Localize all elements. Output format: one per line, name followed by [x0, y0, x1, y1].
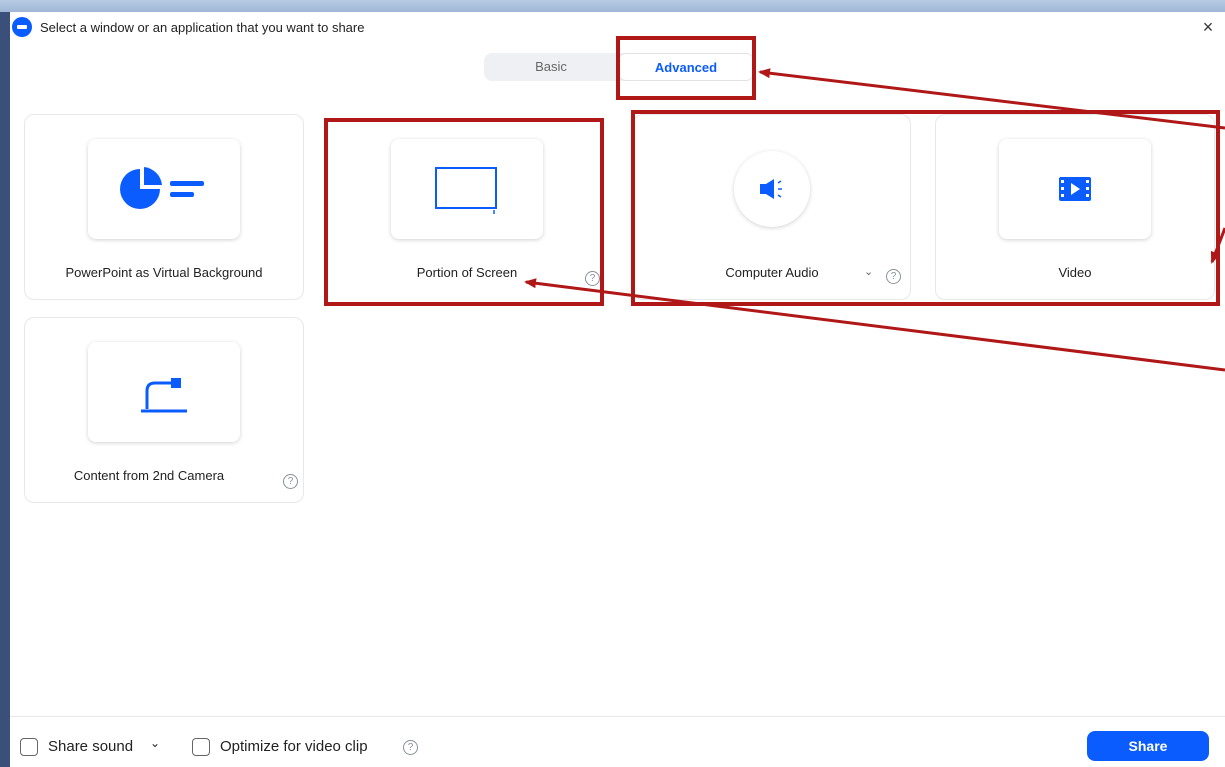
share-button[interactable]: Share — [1087, 731, 1209, 761]
option-label: Content from 2nd Camera — [73, 468, 225, 483]
tab-basic[interactable]: Basic — [484, 53, 618, 81]
camera-thumbnail — [88, 342, 240, 442]
option-second-camera[interactable]: Content from 2nd Camera ? — [24, 317, 304, 503]
help-icon[interactable]: ? — [283, 474, 298, 489]
desktop-background-strip — [0, 0, 1225, 12]
powerpoint-thumbnail — [88, 139, 240, 239]
share-sound-checkbox[interactable] — [20, 738, 38, 756]
window-title: Select a window or an application that y… — [40, 19, 365, 35]
optimize-video-checkbox[interactable] — [192, 738, 210, 756]
share-sound-label: Share sound — [48, 738, 134, 755]
zoom-logo-icon — [12, 17, 32, 37]
option-powerpoint-background[interactable]: PowerPoint as Virtual Background — [24, 114, 304, 300]
help-icon[interactable]: ? — [403, 740, 418, 755]
annotation-box-advanced-tab — [616, 36, 756, 100]
share-sound-chevron-down-icon[interactable]: ⌄ — [150, 736, 160, 750]
pie-chart-icon — [120, 167, 204, 209]
close-button[interactable]: × — [1197, 16, 1219, 38]
annotation-box-audio-video — [631, 110, 1220, 306]
document-camera-icon — [141, 378, 187, 413]
option-label: PowerPoint as Virtual Background — [65, 265, 263, 280]
optimize-video-label: Optimize for video clip — [220, 738, 368, 755]
annotation-box-portion-of-screen — [324, 118, 604, 306]
